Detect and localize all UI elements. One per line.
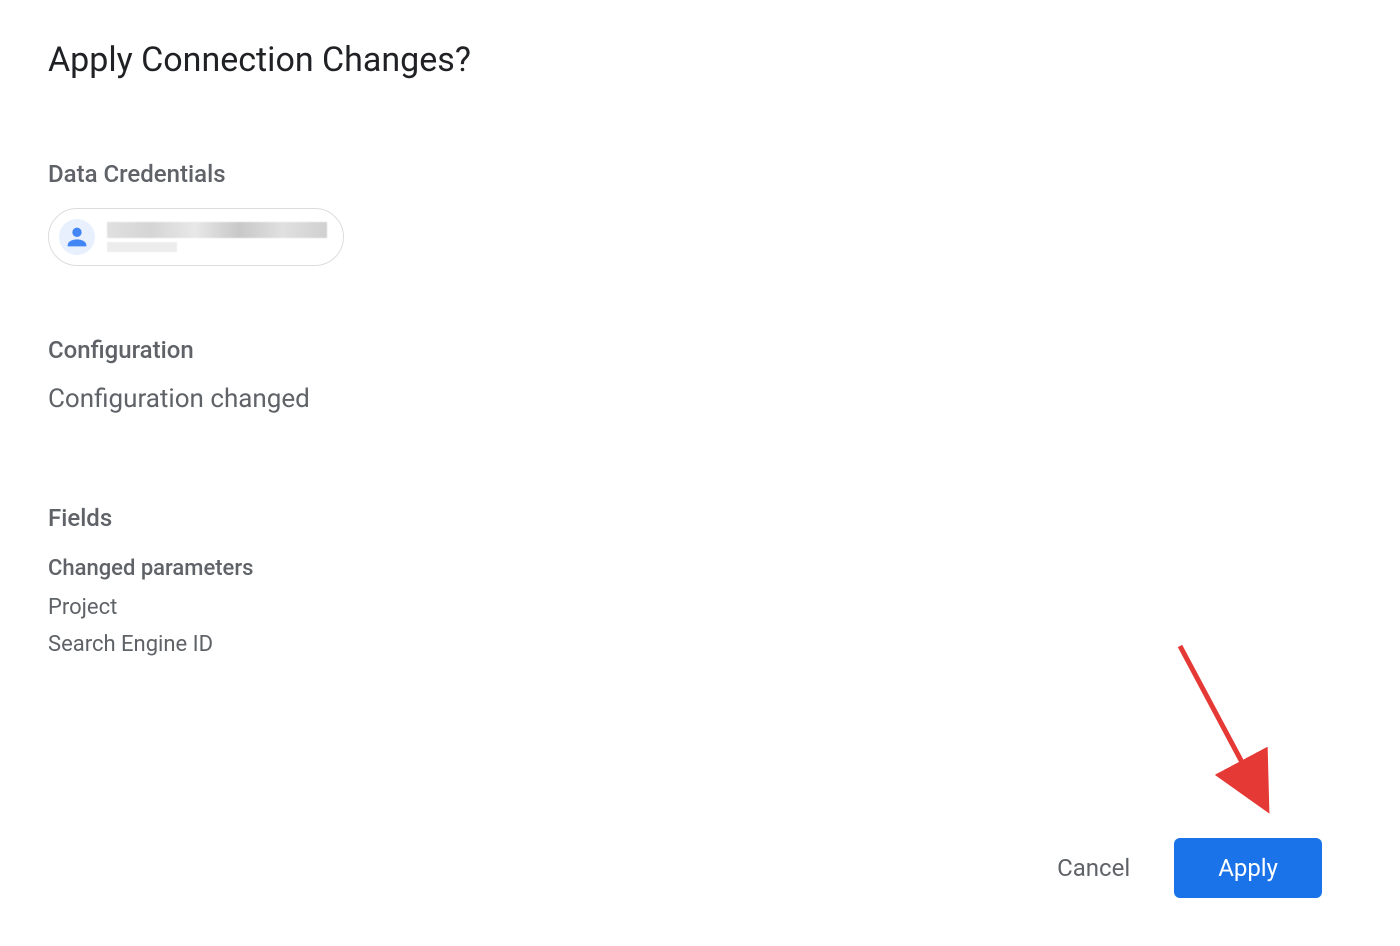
apply-connection-changes-dialog: Apply Connection Changes? Data Credentia…: [0, 0, 1400, 704]
person-icon: [63, 223, 91, 251]
dialog-button-row: Cancel Apply: [1045, 838, 1322, 898]
fields-section: Fields Changed parameters Project Search…: [48, 504, 1352, 664]
redacted-name: [107, 222, 327, 238]
changed-parameter-item: Project: [48, 589, 1352, 626]
credential-chip[interactable]: [48, 208, 344, 266]
cancel-button[interactable]: Cancel: [1045, 846, 1142, 890]
fields-heading: Fields: [48, 504, 1352, 532]
credential-text-redacted: [107, 222, 327, 252]
apply-button[interactable]: Apply: [1174, 838, 1322, 898]
changed-parameters-heading: Changed parameters: [48, 556, 1352, 581]
changed-parameter-item: Search Engine ID: [48, 626, 1352, 663]
user-avatar-icon: [59, 219, 95, 255]
data-credentials-section: Data Credentials: [48, 160, 1352, 336]
configuration-section: Configuration Configuration changed: [48, 336, 1352, 414]
configuration-heading: Configuration: [48, 336, 1352, 364]
configuration-status: Configuration changed: [48, 384, 1352, 414]
data-credentials-heading: Data Credentials: [48, 160, 1352, 188]
redacted-email: [107, 242, 177, 252]
dialog-title: Apply Connection Changes?: [48, 40, 1352, 80]
